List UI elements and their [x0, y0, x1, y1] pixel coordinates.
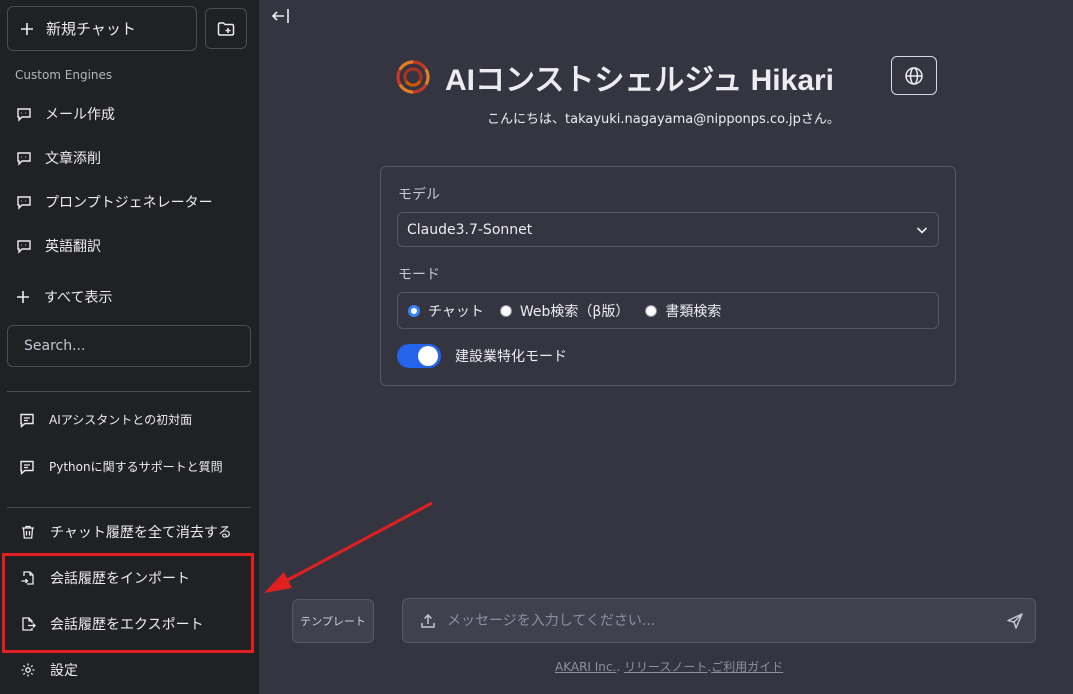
search-input[interactable]	[7, 325, 251, 367]
conversation-label: Pythonに関するサポートと質問	[49, 460, 223, 474]
logo-icon	[396, 60, 430, 94]
show-all-button[interactable]: すべて表示	[16, 287, 112, 307]
annotation-highlight-box	[2, 553, 254, 653]
model-label: モデル	[398, 187, 440, 203]
footer-release-notes-link[interactable]: リリースノート	[624, 660, 707, 674]
settings-button[interactable]: 設定	[20, 660, 78, 680]
model-value: Claude3.7-Sonnet	[407, 221, 533, 238]
conversation-label: AIアシスタントとの初対面	[49, 413, 193, 427]
sidebar: 新規チャット Custom Engines メール作成 文章添削 プロンプトジェ…	[0, 0, 259, 694]
chat-bubble-icon	[17, 196, 31, 210]
footer: AKARI Inc.. リリースノート.ご利用ガイド	[555, 658, 783, 675]
mode-option-label: 書類検索	[665, 303, 722, 320]
radio-button[interactable]	[645, 304, 658, 317]
plus-icon	[21, 22, 33, 35]
upload-icon[interactable]	[420, 613, 436, 629]
send-button[interactable]	[995, 612, 1035, 630]
new-folder-button[interactable]	[205, 8, 247, 49]
language-button[interactable]	[891, 56, 937, 95]
greeting-text: こんにちは、takayuki.nagayama@nipponps.co.jpさん…	[487, 112, 840, 127]
footer-company-link[interactable]: AKARI Inc.	[555, 660, 616, 674]
arrow-left-bar-icon	[271, 9, 289, 23]
template-button[interactable]: テンプレート	[292, 599, 374, 643]
message-input[interactable]	[447, 612, 984, 629]
custom-engines-title: Custom Engines	[15, 68, 113, 82]
header: AIコンストシェルジュ Hikari	[393, 55, 834, 99]
construction-mode-row: 建設業特化モード	[397, 344, 567, 368]
engine-item-proofread[interactable]: 文章添削	[16, 147, 101, 169]
engine-item-label: 文章添削	[45, 151, 101, 167]
mode-label: モード	[398, 267, 440, 283]
settings-card: モデル Claude3.7-Sonnet モード チャット Web検索（β版） …	[380, 166, 956, 386]
divider	[7, 391, 251, 392]
chat-bubble-icon	[17, 152, 31, 166]
message-composer	[402, 598, 1036, 643]
construction-mode-label: 建設業特化モード	[455, 349, 567, 365]
collapse-sidebar-button[interactable]	[270, 6, 292, 26]
new-chat-label: 新規チャット	[46, 20, 136, 38]
chat-bubble-icon	[17, 240, 31, 254]
divider	[7, 507, 251, 508]
new-chat-button[interactable]: 新規チャット	[7, 6, 197, 51]
message-icon	[20, 460, 34, 475]
engine-item-label: プロンプトジェネレーター	[45, 195, 213, 211]
settings-label: 設定	[50, 663, 78, 679]
mode-option-label: チャット	[428, 303, 484, 320]
mode-radio-document-search[interactable]: 書類検索	[645, 301, 721, 321]
message-icon	[20, 413, 34, 428]
chevron-down-icon	[916, 226, 928, 234]
trash-icon	[22, 525, 34, 539]
engine-item-label: メール作成	[45, 107, 115, 123]
footer-guide-link[interactable]: ご利用ガイド	[711, 660, 783, 674]
construction-mode-toggle[interactable]	[397, 344, 441, 368]
clear-history-label: チャット履歴を全て消去する	[50, 525, 232, 541]
mode-radio-web-search[interactable]: Web検索（β版）	[499, 301, 630, 321]
mode-option-label: Web検索（β版）	[519, 303, 630, 320]
engine-item-label: 英語翻訳	[45, 239, 101, 255]
footer-separator: .	[616, 660, 624, 674]
plus-icon	[17, 291, 29, 303]
engine-item-mail[interactable]: メール作成	[16, 103, 115, 125]
engine-item-translation[interactable]: 英語翻訳	[16, 235, 101, 257]
radio-button-checked[interactable]	[408, 304, 420, 317]
conversation-item[interactable]: AIアシスタントとの初対面	[19, 411, 192, 428]
toggle-knob	[418, 346, 438, 366]
page-title: AIコンストシェルジュ Hikari	[445, 64, 835, 97]
engine-item-prompt-generator[interactable]: プロンプトジェネレーター	[16, 191, 213, 213]
mode-radio-group: チャット Web検索（β版） 書類検索	[397, 292, 939, 329]
clear-history-button[interactable]: チャット履歴を全て消去する	[20, 522, 232, 542]
radio-button[interactable]	[499, 304, 512, 317]
globe-icon	[905, 66, 923, 85]
mode-radio-chat[interactable]: チャット	[408, 301, 484, 321]
send-icon	[1007, 612, 1023, 629]
show-all-label: すべて表示	[44, 290, 113, 306]
gear-icon	[21, 663, 35, 677]
model-select[interactable]: Claude3.7-Sonnet	[397, 212, 939, 247]
chat-bubble-icon	[17, 108, 31, 122]
folder-plus-icon	[217, 21, 235, 36]
conversation-item[interactable]: Pythonに関するサポートと質問	[19, 458, 223, 475]
